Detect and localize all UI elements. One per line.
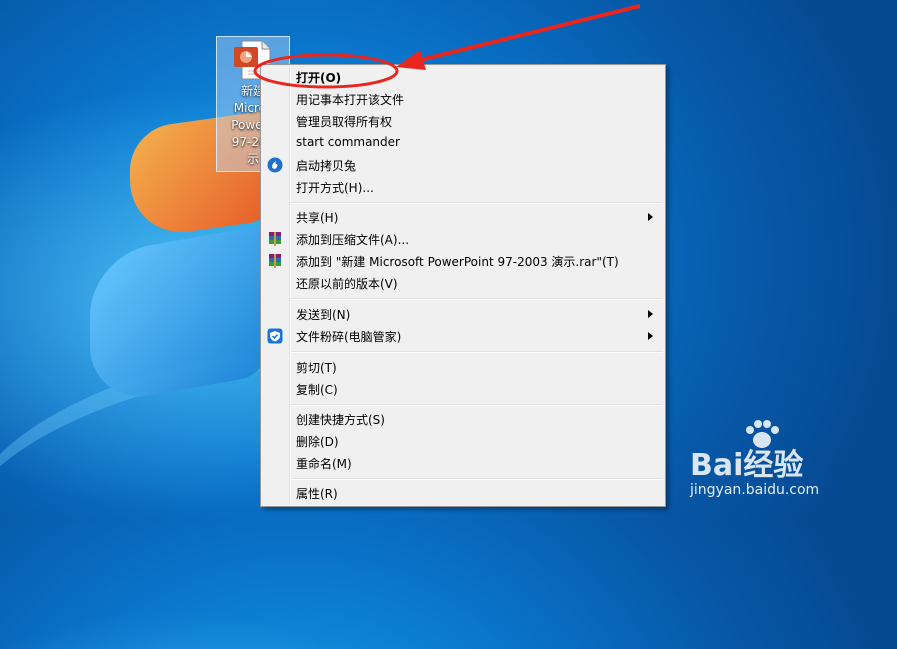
menu-item-create-shortcut[interactable]: 创建快捷方式(S) [263, 408, 663, 430]
submenu-arrow-icon [648, 310, 653, 318]
watermark-logo-text: Bai经验 [690, 448, 804, 483]
menu-item-restore-previous[interactable]: 还原以前的版本(V) [263, 272, 663, 294]
winrar-icon [269, 232, 281, 246]
windows-logo-blue-pane [90, 224, 270, 406]
menu-item-label: 共享(H) [296, 211, 339, 225]
menu-item-start-commander[interactable]: start commander [263, 132, 663, 154]
submenu-arrow-icon [648, 213, 653, 221]
menu-item-label: 启动拷贝兔 [296, 159, 357, 173]
menu-item-file-shredder[interactable]: 文件粉碎(电脑管家) [263, 325, 663, 347]
menu-item-label: 创建快捷方式(S) [296, 413, 385, 427]
menu-item-label: 用记事本打开该文件 [296, 93, 405, 107]
menu-item-label: 属性(R) [296, 487, 338, 501]
menu-item-copy[interactable]: 复制(C) [263, 378, 663, 400]
menu-separator [291, 478, 663, 480]
submenu-arrow-icon [648, 332, 653, 340]
menu-item-share[interactable]: 共享(H) [263, 206, 663, 228]
winrar-icon [269, 254, 281, 268]
menu-separator [291, 202, 663, 204]
menu-item-open[interactable]: 打开(O) [263, 66, 663, 88]
menu-item-label: 删除(D) [296, 435, 339, 449]
menu-item-label: 添加到 "新建 Microsoft PowerPoint 97-2003 演示.… [296, 255, 619, 269]
menu-item-open-with[interactable]: 打开方式(H)... [263, 176, 663, 198]
tencent-shield-icon [267, 328, 283, 344]
menu-item-label: 打开(O) [296, 71, 342, 85]
menu-item-delete[interactable]: 删除(D) [263, 430, 663, 452]
menu-separator [291, 351, 663, 353]
menu-item-take-ownership[interactable]: 管理员取得所有权 [263, 110, 663, 132]
menu-separator [291, 298, 663, 300]
menu-item-label: 还原以前的版本(V) [296, 277, 398, 291]
menu-item-properties[interactable]: 属性(R) [263, 482, 663, 504]
copy-rabbit-icon [267, 157, 283, 173]
menu-item-open-with-notepad[interactable]: 用记事本打开该文件 [263, 88, 663, 110]
menu-item-cut[interactable]: 剪切(T) [263, 356, 663, 378]
menu-item-label: 发送到(N) [296, 308, 351, 322]
context-menu: 打开(O) 用记事本打开该文件 管理员取得所有权 start commander… [260, 64, 666, 507]
menu-item-label: start commander [296, 135, 400, 149]
menu-item-label: 文件粉碎(电脑管家) [296, 330, 402, 344]
menu-item-label: 添加到压缩文件(A)... [296, 233, 410, 247]
menu-item-copy-rabbit[interactable]: 启动拷贝兔 [263, 154, 663, 176]
menu-item-label: 管理员取得所有权 [296, 115, 393, 129]
baidu-watermark: Bai经验 jingyan.baidu.com [680, 420, 880, 510]
menu-item-add-to-archive[interactable]: 添加到压缩文件(A)... [263, 228, 663, 250]
menu-item-add-to-rar[interactable]: 添加到 "新建 Microsoft PowerPoint 97-2003 演示.… [263, 250, 663, 272]
menu-item-label: 重命名(M) [296, 457, 352, 471]
watermark-url-text: jingyan.baidu.com [690, 482, 820, 498]
menu-separator [291, 404, 663, 406]
menu-item-send-to[interactable]: 发送到(N) [263, 303, 663, 325]
menu-item-label: 剪切(T) [296, 361, 337, 375]
menu-item-rename[interactable]: 重命名(M) [263, 452, 663, 474]
menu-item-label: 复制(C) [296, 383, 338, 397]
menu-item-label: 打开方式(H)... [296, 181, 374, 195]
